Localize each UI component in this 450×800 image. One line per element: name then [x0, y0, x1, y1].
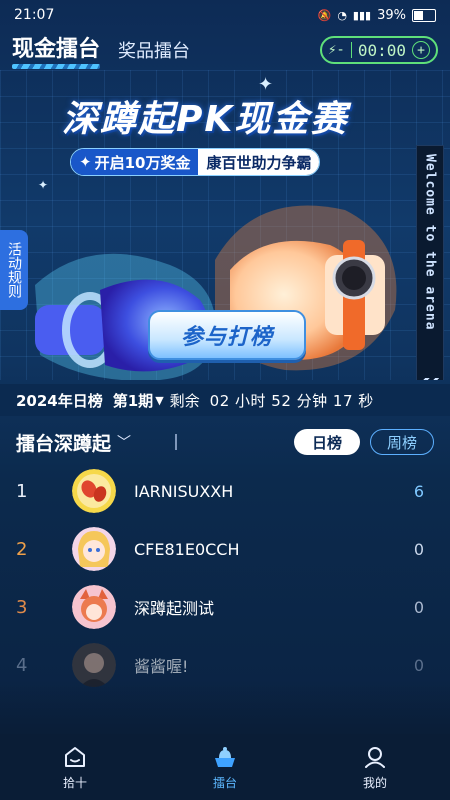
- timer-pill[interactable]: ⚡- 00:00 +: [319, 36, 438, 64]
- subtitle-sponsor: 康百世助力争霸: [198, 149, 320, 175]
- wifi-icon: ◔: [337, 8, 347, 22]
- bottom-nav: 拾十 擂台 我的: [0, 734, 450, 800]
- battery-percent: 39%: [377, 7, 406, 23]
- plus-icon[interactable]: +: [412, 41, 430, 59]
- caret-down-icon[interactable]: ▼: [155, 394, 163, 407]
- ranking-row[interactable]: 3 深蹲起测试 0: [0, 578, 450, 636]
- period-issue-selector[interactable]: 第1期: [113, 390, 153, 411]
- hero-banner: ✦ ✦ 深蹲起PK现金赛 ✦ 开启10万奖金 康百世助力争霸 活动规则 Welc…: [0, 70, 450, 380]
- hero-subtitle: ✦ 开启10万奖金 康百世助力争霸: [70, 148, 321, 176]
- status-bar: 21:07 🔕 ◔ ▮▮▮ 39%: [0, 0, 450, 30]
- nav-profile-label: 我的: [362, 775, 387, 790]
- profile-icon: [365, 746, 385, 768]
- mute-icon: 🔕: [317, 8, 332, 22]
- tab-prize-arena[interactable]: 奖品擂台: [118, 37, 190, 63]
- nav-home[interactable]: 拾十: [30, 744, 120, 791]
- avatar: [72, 585, 116, 629]
- period-row: 2024年日榜 第1期 ▼ 剩余 02 小时 52 分钟 17 秒: [0, 384, 450, 416]
- bolt-icon: ⚡-: [327, 42, 345, 58]
- status-time: 21:07: [14, 7, 55, 23]
- welcome-strip: Welcome to the arena: [416, 145, 444, 380]
- subtitle-prize: ✦ 开启10万奖金: [71, 149, 199, 175]
- ranking-row[interactable]: 1 IARNISUXXH 6: [0, 462, 450, 520]
- avatar: [72, 527, 116, 571]
- signal-icon: ▮▮▮: [352, 8, 372, 22]
- welcome-text: Welcome to the arena: [422, 154, 438, 331]
- countdown: 02 小时 52 分钟 17 秒: [209, 391, 374, 410]
- sparkle-icon: ✦: [38, 178, 49, 192]
- period-label: 2024年日榜: [16, 391, 103, 410]
- rank-number: 2: [16, 538, 28, 560]
- user-name: IARNISUXXH: [134, 481, 234, 501]
- battery-icon: [412, 8, 436, 22]
- status-icons: 🔕 ◔ ▮▮▮ 39%: [318, 8, 436, 23]
- home-icon: [65, 746, 85, 767]
- arena-icon: [215, 746, 235, 767]
- nav-arena[interactable]: 擂台: [180, 744, 270, 791]
- nav-profile[interactable]: 我的: [330, 744, 420, 791]
- user-name: 深蹲起测试: [134, 599, 215, 618]
- subtitle-prize-text: 开启10万奖金: [94, 153, 191, 172]
- avatar: [72, 469, 116, 513]
- weekly-ranking-toggle[interactable]: 周榜: [369, 429, 434, 455]
- nav-arena-label: 擂台: [212, 775, 237, 790]
- board-title-selector[interactable]: 擂台深蹲起: [16, 429, 111, 456]
- join-ranking-button[interactable]: 参与打榜: [148, 310, 306, 360]
- ranking-row[interactable]: 2 CFE81E0CCH 0: [0, 520, 450, 578]
- chevron-down-icon[interactable]: ﹀: [117, 432, 131, 452]
- rank-number: 4: [16, 654, 28, 676]
- daily-ranking-toggle[interactable]: 日榜: [293, 429, 360, 455]
- user-name: 酱酱喔!: [134, 657, 189, 676]
- header: 现金擂台 奖品擂台 ⚡- 00:00 +: [0, 30, 450, 70]
- list-fade: [0, 680, 450, 740]
- hero-title: 深蹲起PK现金赛: [62, 99, 349, 140]
- stripes-decoration: [421, 378, 439, 380]
- timer-value: 00:00: [357, 40, 406, 60]
- user-name: CFE81E0CCH: [134, 539, 240, 559]
- sparkle-icon: ✦: [79, 153, 92, 171]
- ranking-list: 1 IARNISUXXH 6 2 CFE81E0CCH 0 3 深蹲起测试 0: [0, 462, 450, 694]
- score: 0: [413, 597, 424, 617]
- nav-home-label: 拾十: [62, 775, 87, 790]
- score: 0: [413, 539, 424, 559]
- remain-label: 剩余: [169, 391, 200, 410]
- pill-divider: [350, 42, 352, 58]
- rank-number: 1: [16, 480, 28, 502]
- score: 0: [413, 655, 424, 675]
- tab-cash-arena[interactable]: 现金擂台: [12, 31, 101, 69]
- board-head: 擂台深蹲起 ﹀ 日榜 周榜: [0, 422, 450, 462]
- rank-number: 3: [16, 596, 28, 618]
- rules-tab[interactable]: 活动规则: [0, 230, 28, 310]
- divider: [175, 434, 178, 450]
- score: 6: [413, 481, 424, 501]
